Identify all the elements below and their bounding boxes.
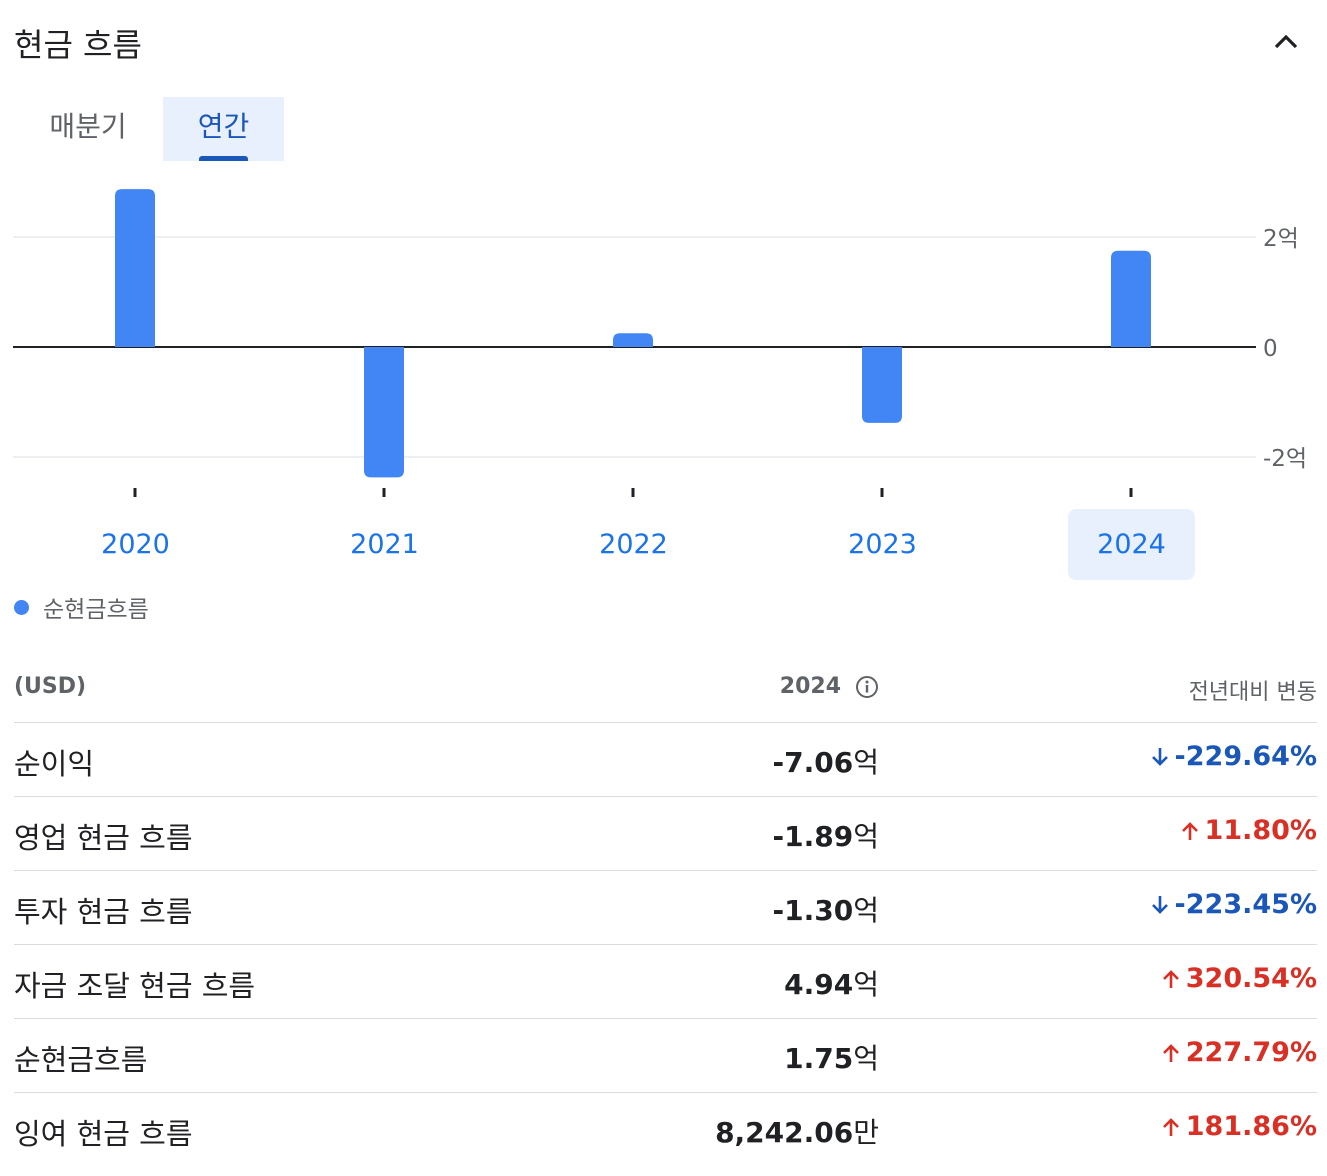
arrow-up-icon bbox=[1162, 1117, 1179, 1136]
row-label: 영업 현금 흐름 bbox=[14, 821, 193, 855]
row-change: -229.64% bbox=[1149, 741, 1317, 772]
bar-2022[interactable] bbox=[613, 333, 653, 347]
bar-2023[interactable] bbox=[862, 347, 902, 423]
row-value: 1.75억 bbox=[784, 1037, 879, 1077]
row-value-unit: 억 bbox=[853, 968, 879, 1001]
year-header-label: 2024 bbox=[779, 674, 841, 699]
x-tick-label[interactable]: 2020 bbox=[72, 509, 199, 580]
arrow-up-icon bbox=[1162, 1043, 1179, 1062]
row-value-unit: 억 bbox=[853, 894, 879, 927]
section-title: 현금 흐름 bbox=[14, 26, 142, 64]
row-change-value: -223.45% bbox=[1174, 889, 1317, 920]
arrow-down-icon bbox=[1151, 747, 1168, 766]
x-tick-label[interactable]: 2021 bbox=[321, 509, 448, 580]
row-change: 227.79% bbox=[1160, 1037, 1317, 1068]
row-change-value: 181.86% bbox=[1185, 1111, 1317, 1142]
cash-flow-table: (USD) 2024 전년대비 변동 순이익 -7.06억 -229.64% 영업 현… bbox=[14, 656, 1317, 1166]
table-header: (USD) 2024 전년대비 변동 bbox=[14, 656, 1317, 723]
cash-flow-chart: 2억 0 -2억 bbox=[13, 189, 1307, 497]
row-value: 8,242.06만 bbox=[715, 1111, 879, 1151]
table-row: 순이익 -7.06억 -229.64% bbox=[14, 723, 1317, 797]
row-value: -1.89억 bbox=[773, 815, 879, 855]
row-value-unit: 억 bbox=[853, 820, 879, 853]
row-value-number: 8,242.06 bbox=[715, 1116, 854, 1149]
year-header: 2024 bbox=[780, 674, 879, 699]
row-label: 순현금흐름 bbox=[14, 1043, 148, 1077]
row-value: 4.94억 bbox=[784, 963, 879, 1003]
row-change: 11.80% bbox=[1179, 815, 1317, 846]
table-row: 잉여 현금 흐름 8,242.06만 181.86% bbox=[14, 1093, 1317, 1166]
period-tabs: 매분기 연간 bbox=[14, 97, 314, 161]
y-tick-label: 0 bbox=[1263, 336, 1278, 362]
row-label: 잉여 현금 흐름 bbox=[14, 1117, 193, 1151]
bar-2021[interactable] bbox=[364, 347, 404, 478]
row-change: 320.54% bbox=[1160, 963, 1317, 994]
x-tick-label[interactable]: 2024 bbox=[1068, 509, 1195, 580]
collapse-button[interactable] bbox=[1268, 24, 1304, 60]
row-value-unit: 억 bbox=[853, 1042, 879, 1075]
row-change-value: -229.64% bbox=[1174, 741, 1317, 772]
table-row: 자금 조달 현금 흐름 4.94억 320.54% bbox=[14, 945, 1317, 1019]
cash-flow-header: 현금 흐름 bbox=[14, 16, 1314, 66]
legend-label: 순현금흐름 bbox=[43, 597, 149, 623]
chart-legend: 순현금흐름 bbox=[14, 592, 149, 623]
row-label: 순이익 bbox=[14, 747, 95, 781]
row-label: 투자 현금 흐름 bbox=[14, 895, 193, 929]
arrow-down-icon bbox=[1151, 895, 1168, 914]
table-row: 영업 현금 흐름 -1.89억 11.80% bbox=[14, 797, 1317, 871]
row-value-unit: 만 bbox=[853, 1116, 879, 1149]
bar-2020[interactable] bbox=[115, 189, 155, 347]
row-change-value: 227.79% bbox=[1185, 1037, 1317, 1068]
tab-annual-label: 연간 bbox=[197, 110, 250, 143]
row-value-number: -1.30 bbox=[772, 894, 854, 927]
row-change-value: 320.54% bbox=[1185, 963, 1317, 994]
change-header: 전년대비 변동 bbox=[1188, 680, 1317, 705]
row-label: 자금 조달 현금 흐름 bbox=[14, 969, 256, 1003]
unit-header: (USD) bbox=[14, 674, 87, 699]
row-value-number: 4.94 bbox=[784, 968, 854, 1001]
info-icon[interactable] bbox=[855, 675, 879, 699]
row-value-number: -1.89 bbox=[772, 820, 854, 853]
bar-2024[interactable] bbox=[1111, 250, 1151, 347]
row-change: -223.45% bbox=[1149, 889, 1317, 920]
row-value-number: 1.75 bbox=[784, 1042, 854, 1075]
x-tick-label[interactable]: 2022 bbox=[570, 509, 697, 580]
tab-active-indicator bbox=[199, 156, 248, 161]
arrow-up-icon bbox=[1162, 969, 1179, 988]
arrow-up-icon bbox=[1181, 821, 1198, 840]
tab-annual[interactable]: 연간 bbox=[163, 97, 284, 161]
y-tick-label: -2억 bbox=[1263, 446, 1307, 472]
tab-quarterly[interactable]: 매분기 bbox=[28, 97, 148, 161]
table-row: 투자 현금 흐름 -1.30억 -223.45% bbox=[14, 871, 1317, 945]
x-tick-label[interactable]: 2023 bbox=[819, 509, 946, 580]
row-value-number: -7.06 bbox=[772, 746, 854, 779]
row-value: -7.06억 bbox=[773, 741, 879, 781]
y-tick-label: 2억 bbox=[1263, 226, 1299, 252]
row-change: 181.86% bbox=[1160, 1111, 1317, 1142]
row-value: -1.30억 bbox=[773, 889, 879, 929]
row-change-value: 11.80% bbox=[1204, 815, 1317, 846]
legend-dot bbox=[14, 599, 29, 615]
row-value-unit: 억 bbox=[853, 746, 879, 779]
chevron-up-icon bbox=[1274, 34, 1298, 49]
table-row: 순현금흐름 1.75억 227.79% bbox=[14, 1019, 1317, 1093]
table-body: 순이익 -7.06억 -229.64% 영업 현금 흐름 -1.89억 11.80% 투자 … bbox=[14, 723, 1317, 1166]
